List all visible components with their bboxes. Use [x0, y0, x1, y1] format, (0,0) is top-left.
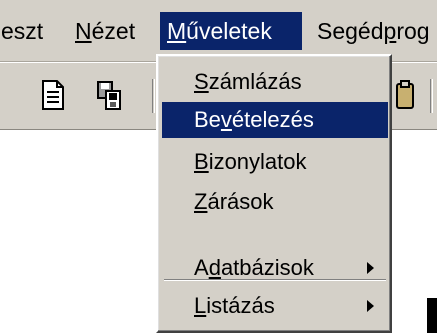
menu-item-adatbazisok[interactable]: Adatbázisok — [162, 250, 388, 286]
menu-nezet[interactable]: Nézet — [68, 12, 142, 50]
submenu-arrow-icon — [367, 300, 374, 312]
menu-item-zarasok[interactable]: Zárások — [162, 184, 388, 220]
menu-segedprog-accel: p — [383, 18, 397, 44]
clipboard-icon[interactable] — [393, 79, 419, 111]
menu-item-bizonylatok-label: izonylatok — [208, 149, 307, 174]
submenu-arrow-icon — [367, 262, 374, 274]
menu-item-listazas-accel: L — [194, 293, 207, 318]
menu-item-bizonylatok-accel: B — [194, 149, 209, 174]
menu-item-adatbazisok-pre: A — [194, 255, 209, 280]
muveletek-dropdown: Számlázás Bevételezés Bizonylatok Záráso… — [156, 54, 392, 333]
menu-eszt[interactable]: eszt — [0, 12, 50, 50]
menu-bar: eszt Nézet Műveletek Segédprog — [0, 0, 437, 62]
menu-item-zarasok-accel: Z — [194, 189, 208, 214]
menu-item-bevetelezes-pre: Be — [194, 107, 221, 132]
toolbar-separator-2 — [430, 79, 433, 113]
menu-muveletek-accel: M — [167, 18, 187, 44]
menu-item-listazas[interactable]: Listázás — [162, 288, 388, 324]
document-icon[interactable] — [40, 79, 66, 111]
menu-nezet-label: ézet — [91, 18, 136, 44]
menu-item-listazas-label: istázás — [206, 293, 275, 318]
menu-segedprog-label: rog — [396, 18, 430, 44]
menu-segedprog[interactable]: Segédprog — [310, 12, 437, 50]
menu-eszt-label: eszt — [1, 18, 44, 44]
toolbar-separator — [152, 79, 155, 113]
menu-segedprog-pre: Segéd — [317, 18, 384, 44]
menu-nezet-accel: N — [75, 18, 92, 44]
menu-item-bevetelezes-label: ételezés — [231, 107, 314, 132]
menu-item-szamlazas-label: zámlázás — [208, 69, 302, 94]
save-copy-icon[interactable] — [96, 79, 122, 111]
menu-item-adatbazisok-accel: d — [208, 255, 221, 280]
window-edge-fragment — [427, 298, 437, 333]
menu-item-szamlazas-accel: S — [194, 69, 209, 94]
menu-item-bevetelezes-accel: v — [220, 107, 232, 132]
menu-item-adatbazisok-label: atbázisok — [220, 255, 314, 280]
menu-muveletek-label: űveletek — [186, 18, 272, 44]
menu-muveletek[interactable]: Műveletek — [160, 12, 302, 50]
menu-item-zarasok-label: árások — [207, 189, 274, 214]
menu-item-bizonylatok[interactable]: Bizonylatok — [162, 144, 388, 180]
menu-item-szamlazas[interactable]: Számlázás — [162, 64, 388, 100]
menu-item-bevetelezes[interactable]: Bevételezés — [162, 102, 388, 138]
